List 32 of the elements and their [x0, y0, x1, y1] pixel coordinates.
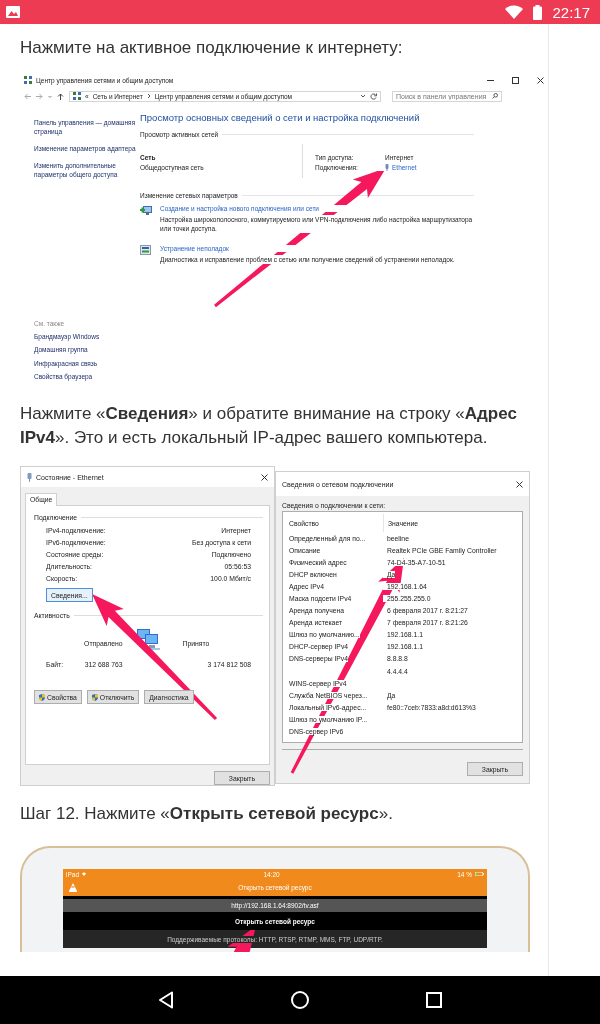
- network-icon: [73, 92, 81, 100]
- close-icon: [537, 76, 544, 84]
- recents-icon: [426, 992, 442, 1008]
- caret-icon: [360, 93, 366, 99]
- instruction-text: Нажмите «Сведения» и обратите внимание на строку «Адрес IPv4». Это и есть локальный IP-адрес вашего компьютера.: [20, 403, 518, 449]
- wifi-icon: [505, 5, 524, 19]
- up-arrow-icon: [57, 92, 64, 100]
- close-icon: [261, 473, 268, 481]
- instruction-text: Нажмите на активное подключение к интернету:: [20, 37, 404, 59]
- adapter-icon: [27, 472, 32, 482]
- chevron-icon: [146, 93, 151, 99]
- instruction-text: Шаг 12. Нажмите «Открыть сетевой ресурс».: [20, 803, 394, 825]
- forward-arrow-icon: [36, 92, 43, 100]
- maximize-icon: [512, 76, 519, 84]
- shield-icon: [91, 693, 98, 701]
- close-icon: [516, 480, 523, 488]
- search-icon: [492, 93, 498, 99]
- cone-icon: [69, 883, 77, 892]
- network-icon: [24, 76, 32, 84]
- battery-icon: [475, 872, 484, 876]
- wifi-icon: [82, 872, 86, 876]
- adapter-icon: [385, 164, 389, 171]
- image-icon: [6, 6, 20, 18]
- back-arrow-icon: [24, 92, 31, 100]
- battery-icon: [533, 4, 543, 20]
- troubleshoot-icon: [140, 245, 151, 255]
- refresh-icon: [370, 92, 377, 100]
- shield-icon: [39, 693, 45, 701]
- back-icon: [158, 991, 174, 1009]
- clock: 22:17: [552, 3, 590, 21]
- home-icon: [290, 990, 310, 1010]
- network-setup-icon: [140, 205, 152, 216]
